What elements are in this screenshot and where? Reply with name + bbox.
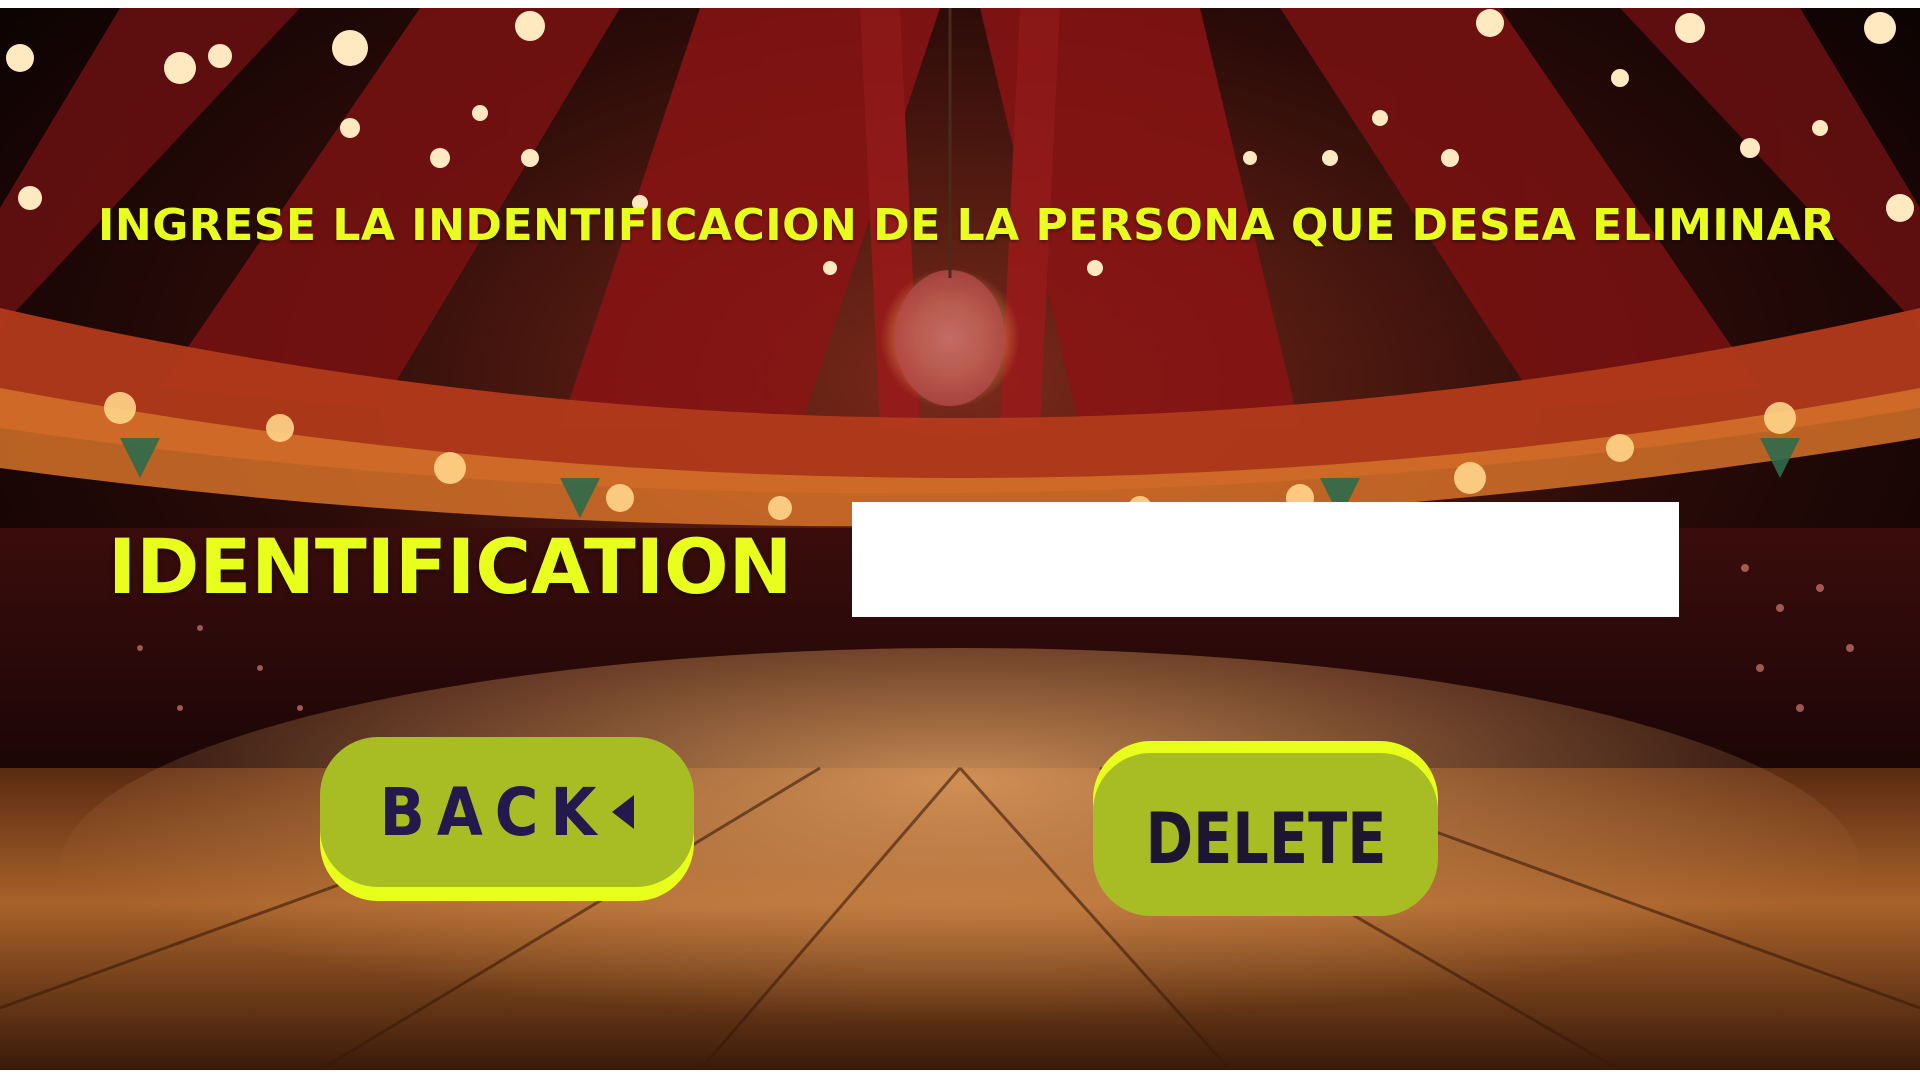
caret-left-icon (612, 795, 635, 829)
instruction-heading: INGRESE LA INDENTIFICACION DE LA PERSONA… (98, 200, 1836, 251)
delete-button[interactable]: DELETE (1093, 753, 1438, 916)
identification-label: IDENTIFICATION (108, 522, 793, 611)
delete-button-label: DELETE (1144, 797, 1387, 880)
back-button[interactable]: BACK (320, 737, 694, 887)
identification-input[interactable] (852, 502, 1679, 617)
back-button-label: BACK (379, 773, 609, 851)
